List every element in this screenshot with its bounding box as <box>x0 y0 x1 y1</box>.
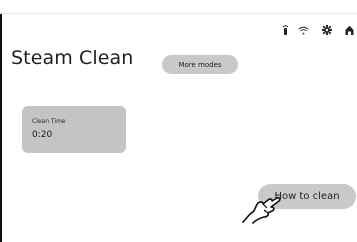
status-bar <box>282 20 354 39</box>
remote-control-icon <box>282 20 289 39</box>
clean-time-tile[interactable]: Clean Time 0:20 <box>22 106 126 153</box>
settings-icon[interactable] <box>322 20 332 39</box>
more-modes-button[interactable]: More modes <box>162 55 238 74</box>
wifi-icon <box>298 20 309 39</box>
display-divider <box>0 13 357 14</box>
clean-time-label: Clean Time <box>32 118 66 125</box>
oven-display: Steam Clean More modes Clean Time 0:20 H… <box>0 0 357 242</box>
home-icon[interactable] <box>345 20 354 39</box>
display-edge <box>0 13 2 242</box>
pointing-hand-icon <box>241 190 283 228</box>
clean-time-value: 0:20 <box>32 130 53 140</box>
page-title: Steam Clean <box>11 47 134 69</box>
